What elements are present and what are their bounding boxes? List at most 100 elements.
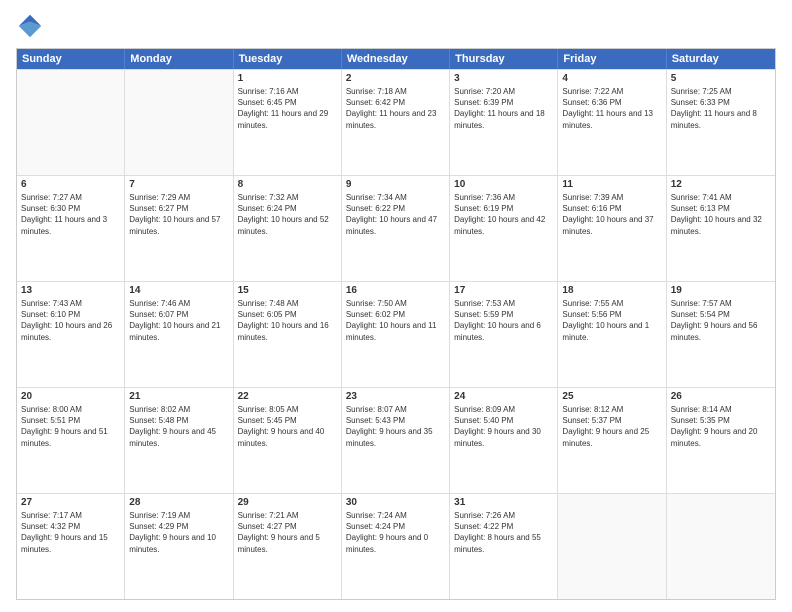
- calendar-cell-7: 7 Sunrise: 7:29 AM Sunset: 6:27 PM Daylig…: [125, 176, 233, 281]
- calendar-cell-4: 4 Sunrise: 7:22 AM Sunset: 6:36 PM Daylig…: [558, 70, 666, 175]
- day-header-sunday: Sunday: [17, 49, 125, 69]
- day-info: Sunrise: 8:02 AM Sunset: 5:48 PM Dayligh…: [129, 404, 228, 449]
- calendar-cell-28: 28 Sunrise: 7:19 AM Sunset: 4:29 PM Dayli…: [125, 494, 233, 599]
- day-info: Sunrise: 8:14 AM Sunset: 5:35 PM Dayligh…: [671, 404, 771, 449]
- day-number: 30: [346, 497, 445, 508]
- day-info: Sunrise: 7:57 AM Sunset: 5:54 PM Dayligh…: [671, 298, 771, 343]
- calendar-cell-empty: [667, 494, 775, 599]
- day-info: Sunrise: 7:41 AM Sunset: 6:13 PM Dayligh…: [671, 192, 771, 237]
- calendar-cell-3: 3 Sunrise: 7:20 AM Sunset: 6:39 PM Daylig…: [450, 70, 558, 175]
- day-header-wednesday: Wednesday: [342, 49, 450, 69]
- day-info: Sunrise: 7:22 AM Sunset: 6:36 PM Dayligh…: [562, 86, 661, 131]
- calendar-cell-11: 11Sunrise: 7:39 AM Sunset: 6:16 PM Dayli…: [558, 176, 666, 281]
- day-info: Sunrise: 7:26 AM Sunset: 4:22 PM Dayligh…: [454, 510, 553, 555]
- day-info: Sunrise: 7:29 AM Sunset: 6:27 PM Dayligh…: [129, 192, 228, 237]
- day-info: Sunrise: 7:34 AM Sunset: 6:22 PM Dayligh…: [346, 192, 445, 237]
- day-number: 12: [671, 179, 771, 190]
- calendar-cell-8: 8 Sunrise: 7:32 AM Sunset: 6:24 PM Daylig…: [234, 176, 342, 281]
- day-header-thursday: Thursday: [450, 49, 558, 69]
- day-number: 5: [671, 73, 771, 84]
- day-info: Sunrise: 7:21 AM Sunset: 4:27 PM Dayligh…: [238, 510, 337, 555]
- day-number: 21: [129, 391, 228, 402]
- calendar-cell-13: 13 Sunrise: 7:43 AM Sunset: 6:10 PM Dayli…: [17, 282, 125, 387]
- day-number: 27: [21, 497, 120, 508]
- calendar: SundayMondayTuesdayWednesdayThursdayFrid…: [16, 48, 776, 600]
- calendar-cell-10: 10 Sunrise: 7:36 AM Sunset: 6:19 PM Dayli…: [450, 176, 558, 281]
- day-info: Sunrise: 7:25 AM Sunset: 6:33 PM Dayligh…: [671, 86, 771, 131]
- calendar-cell-15: 15Sunrise: 7:48 AM Sunset: 6:05 PM Dayli…: [234, 282, 342, 387]
- day-info: Sunrise: 7:39 AM Sunset: 6:16 PM Dayligh…: [562, 192, 661, 237]
- day-number: 16: [346, 285, 445, 296]
- page: SundayMondayTuesdayWednesdayThursdayFrid…: [0, 0, 792, 612]
- day-number: 25: [562, 391, 661, 402]
- calendar-cell-empty: [125, 70, 233, 175]
- day-info: Sunrise: 8:07 AM Sunset: 5:43 PM Dayligh…: [346, 404, 445, 449]
- day-info: Sunrise: 7:36 AM Sunset: 6:19 PM Dayligh…: [454, 192, 553, 237]
- calendar-row-1: 1Sunrise: 7:16 AM Sunset: 6:45 PM Daylig…: [17, 69, 775, 175]
- header: [16, 12, 776, 40]
- logo: [16, 12, 48, 40]
- day-info: Sunrise: 7:17 AM Sunset: 4:32 PM Dayligh…: [21, 510, 120, 555]
- day-number: 28: [129, 497, 228, 508]
- day-number: 23: [346, 391, 445, 402]
- day-number: 20: [21, 391, 120, 402]
- day-number: 31: [454, 497, 553, 508]
- day-number: 22: [238, 391, 337, 402]
- day-number: 3: [454, 73, 553, 84]
- day-number: 9: [346, 179, 445, 190]
- day-info: Sunrise: 7:50 AM Sunset: 6:02 PM Dayligh…: [346, 298, 445, 343]
- day-info: Sunrise: 7:27 AM Sunset: 6:30 PM Dayligh…: [21, 192, 120, 237]
- day-number: 10: [454, 179, 553, 190]
- calendar-cell-6: 6 Sunrise: 7:27 AM Sunset: 6:30 PM Daylig…: [17, 176, 125, 281]
- calendar-row-3: 13 Sunrise: 7:43 AM Sunset: 6:10 PM Dayli…: [17, 281, 775, 387]
- day-info: Sunrise: 8:09 AM Sunset: 5:40 PM Dayligh…: [454, 404, 553, 449]
- day-number: 7: [129, 179, 228, 190]
- calendar-cell-17: 17Sunrise: 7:53 AM Sunset: 5:59 PM Dayli…: [450, 282, 558, 387]
- day-number: 13: [21, 285, 120, 296]
- day-number: 19: [671, 285, 771, 296]
- calendar-cell-23: 23 Sunrise: 8:07 AM Sunset: 5:43 PM Dayli…: [342, 388, 450, 493]
- calendar-cell-21: 21 Sunrise: 8:02 AM Sunset: 5:48 PM Dayli…: [125, 388, 233, 493]
- calendar-cell-12: 12 Sunrise: 7:41 AM Sunset: 6:13 PM Dayli…: [667, 176, 775, 281]
- calendar-cell-14: 14Sunrise: 7:46 AM Sunset: 6:07 PM Dayli…: [125, 282, 233, 387]
- calendar-cell-26: 26 Sunrise: 8:14 AM Sunset: 5:35 PM Dayli…: [667, 388, 775, 493]
- calendar-cell-5: 5 Sunrise: 7:25 AM Sunset: 6:33 PM Daylig…: [667, 70, 775, 175]
- calendar-header-row: SundayMondayTuesdayWednesdayThursdayFrid…: [17, 49, 775, 69]
- calendar-cell-1: 1Sunrise: 7:16 AM Sunset: 6:45 PM Daylig…: [234, 70, 342, 175]
- calendar-cell-19: 19 Sunrise: 7:57 AM Sunset: 5:54 PM Dayli…: [667, 282, 775, 387]
- day-number: 4: [562, 73, 661, 84]
- day-info: Sunrise: 7:46 AM Sunset: 6:07 PM Dayligh…: [129, 298, 228, 343]
- calendar-row-5: 27 Sunrise: 7:17 AM Sunset: 4:32 PM Dayli…: [17, 493, 775, 599]
- day-header-saturday: Saturday: [667, 49, 775, 69]
- day-info: Sunrise: 7:20 AM Sunset: 6:39 PM Dayligh…: [454, 86, 553, 131]
- calendar-body: 1Sunrise: 7:16 AM Sunset: 6:45 PM Daylig…: [17, 69, 775, 599]
- day-info: Sunrise: 7:19 AM Sunset: 4:29 PM Dayligh…: [129, 510, 228, 555]
- calendar-cell-31: 31 Sunrise: 7:26 AM Sunset: 4:22 PM Dayli…: [450, 494, 558, 599]
- logo-icon: [16, 12, 44, 40]
- day-number: 18: [562, 285, 661, 296]
- calendar-cell-empty: [17, 70, 125, 175]
- calendar-cell-16: 16 Sunrise: 7:50 AM Sunset: 6:02 PM Dayli…: [342, 282, 450, 387]
- day-header-monday: Monday: [125, 49, 233, 69]
- calendar-cell-22: 22 Sunrise: 8:05 AM Sunset: 5:45 PM Dayli…: [234, 388, 342, 493]
- day-header-tuesday: Tuesday: [234, 49, 342, 69]
- day-number: 1: [238, 73, 337, 84]
- calendar-cell-9: 9 Sunrise: 7:34 AM Sunset: 6:22 PM Daylig…: [342, 176, 450, 281]
- day-number: 26: [671, 391, 771, 402]
- day-info: Sunrise: 7:43 AM Sunset: 6:10 PM Dayligh…: [21, 298, 120, 343]
- calendar-cell-empty: [558, 494, 666, 599]
- day-info: Sunrise: 7:55 AM Sunset: 5:56 PM Dayligh…: [562, 298, 661, 343]
- day-info: Sunrise: 7:53 AM Sunset: 5:59 PM Dayligh…: [454, 298, 553, 343]
- day-number: 2: [346, 73, 445, 84]
- calendar-row-2: 6 Sunrise: 7:27 AM Sunset: 6:30 PM Daylig…: [17, 175, 775, 281]
- calendar-cell-18: 18 Sunrise: 7:55 AM Sunset: 5:56 PM Dayli…: [558, 282, 666, 387]
- day-number: 6: [21, 179, 120, 190]
- day-header-friday: Friday: [558, 49, 666, 69]
- day-info: Sunrise: 8:05 AM Sunset: 5:45 PM Dayligh…: [238, 404, 337, 449]
- day-number: 8: [238, 179, 337, 190]
- calendar-row-4: 20Sunrise: 8:00 AM Sunset: 5:51 PM Dayli…: [17, 387, 775, 493]
- calendar-cell-25: 25Sunrise: 8:12 AM Sunset: 5:37 PM Dayli…: [558, 388, 666, 493]
- calendar-cell-2: 2Sunrise: 7:18 AM Sunset: 6:42 PM Daylig…: [342, 70, 450, 175]
- day-info: Sunrise: 7:32 AM Sunset: 6:24 PM Dayligh…: [238, 192, 337, 237]
- calendar-cell-24: 24Sunrise: 8:09 AM Sunset: 5:40 PM Dayli…: [450, 388, 558, 493]
